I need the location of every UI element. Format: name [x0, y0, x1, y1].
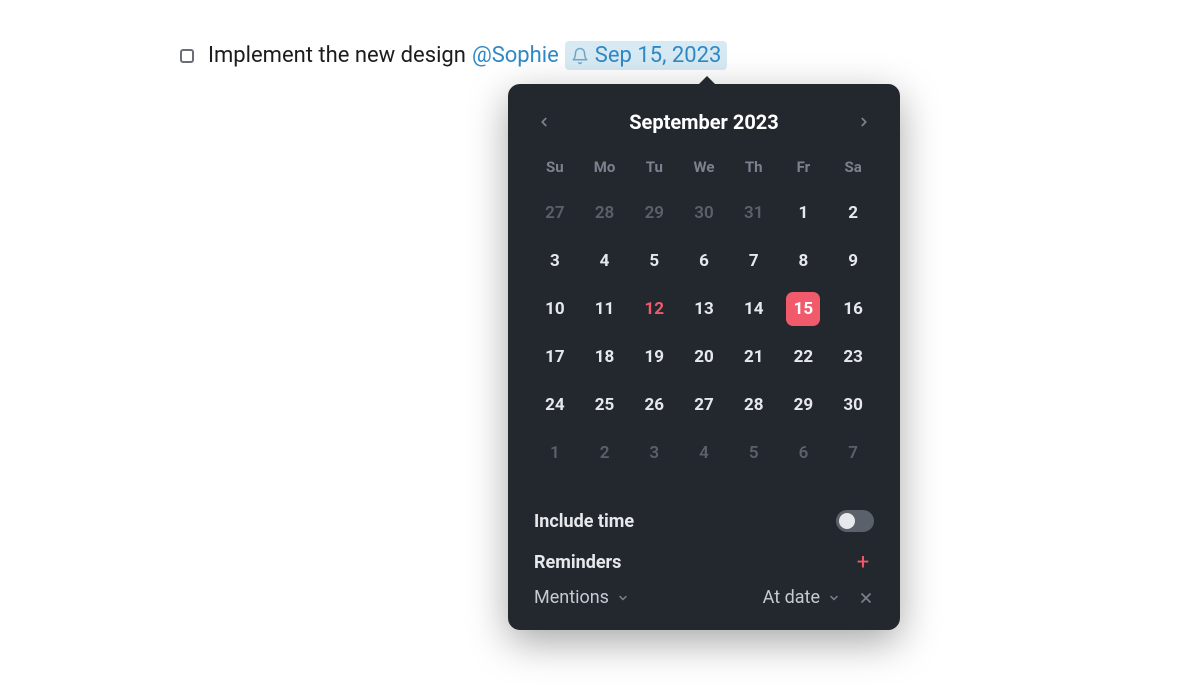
- calendar-header: September 2023: [530, 108, 878, 136]
- add-reminder-button[interactable]: +: [852, 550, 874, 575]
- calendar-day[interactable]: 16: [828, 292, 878, 326]
- calendar-day[interactable]: 31: [729, 196, 779, 230]
- include-time-toggle[interactable]: [836, 510, 874, 532]
- calendar-day[interactable]: 19: [629, 340, 679, 374]
- calendar-day[interactable]: 4: [580, 244, 630, 278]
- next-month-button[interactable]: [850, 108, 878, 136]
- task-line: Implement the new design @Sophie Sep 15,…: [180, 41, 727, 70]
- reminder-timing-select[interactable]: At date: [763, 587, 840, 608]
- calendar-day[interactable]: 22: [779, 340, 829, 374]
- calendar-dow: We: [679, 158, 729, 176]
- prev-month-button[interactable]: [530, 108, 558, 136]
- calendar-day[interactable]: 12: [629, 292, 679, 326]
- task-date-text: Sep 15, 2023: [595, 43, 722, 68]
- calendar-dow: Mo: [580, 158, 630, 176]
- calendar-day[interactable]: 27: [679, 388, 729, 422]
- calendar-day[interactable]: 24: [530, 388, 580, 422]
- calendar-grid: SuMoTuWeThFrSa27282930311234567891011121…: [530, 158, 878, 470]
- calendar-day[interactable]: 29: [779, 388, 829, 422]
- task-mention[interactable]: @Sophie: [472, 43, 559, 68]
- calendar-dow: Tu: [629, 158, 679, 176]
- calendar-day[interactable]: 13: [679, 292, 729, 326]
- calendar-day[interactable]: 6: [679, 244, 729, 278]
- calendar-day[interactable]: 8: [779, 244, 829, 278]
- calendar-day[interactable]: 29: [629, 196, 679, 230]
- task-text: Implement the new design: [208, 43, 466, 68]
- reminder-item: Mentions At date: [530, 579, 878, 608]
- reminder-type-label: Mentions: [534, 587, 609, 608]
- calendar-day[interactable]: 3: [629, 436, 679, 470]
- calendar-day[interactable]: 30: [679, 196, 729, 230]
- calendar-day[interactable]: 7: [828, 436, 878, 470]
- calendar-day[interactable]: 28: [729, 388, 779, 422]
- date-picker-popover: September 2023 SuMoTuWeThFrSa27282930311…: [508, 84, 900, 630]
- calendar-day[interactable]: 2: [828, 196, 878, 230]
- calendar-day[interactable]: 3: [530, 244, 580, 278]
- calendar-day[interactable]: 21: [729, 340, 779, 374]
- calendar-day[interactable]: 2: [580, 436, 630, 470]
- calendar-day[interactable]: 5: [729, 436, 779, 470]
- calendar-day[interactable]: 18: [580, 340, 630, 374]
- calendar-day[interactable]: 15: [786, 292, 820, 326]
- reminder-type-select[interactable]: Mentions: [534, 587, 629, 608]
- reminders-label: Reminders: [534, 552, 621, 573]
- calendar-dow: Sa: [828, 158, 878, 176]
- calendar-dow: Th: [729, 158, 779, 176]
- calendar-day[interactable]: 23: [828, 340, 878, 374]
- chevron-down-icon: [617, 592, 629, 604]
- calendar-day[interactable]: 30: [828, 388, 878, 422]
- calendar-day[interactable]: 14: [729, 292, 779, 326]
- calendar-day[interactable]: 11: [580, 292, 630, 326]
- calendar-day[interactable]: 25: [580, 388, 630, 422]
- include-time-label: Include time: [534, 511, 634, 532]
- calendar-day[interactable]: 5: [629, 244, 679, 278]
- calendar-day[interactable]: 1: [530, 436, 580, 470]
- calendar-day[interactable]: 4: [679, 436, 729, 470]
- calendar-day[interactable]: 1: [779, 196, 829, 230]
- calendar-dow: Fr: [779, 158, 829, 176]
- calendar-day[interactable]: 7: [729, 244, 779, 278]
- task-checkbox[interactable]: [180, 49, 194, 63]
- calendar-day[interactable]: 28: [580, 196, 630, 230]
- calendar-day[interactable]: 26: [629, 388, 679, 422]
- calendar-day[interactable]: 10: [530, 292, 580, 326]
- calendar-day[interactable]: 9: [828, 244, 878, 278]
- chevron-down-icon: [828, 592, 840, 604]
- task-date-chip[interactable]: Sep 15, 2023: [565, 41, 728, 70]
- calendar-day[interactable]: 17: [530, 340, 580, 374]
- calendar-title: September 2023: [629, 110, 779, 134]
- calendar-dow: Su: [530, 158, 580, 176]
- calendar-day[interactable]: 27: [530, 196, 580, 230]
- reminders-row: Reminders +: [530, 544, 878, 579]
- include-time-row: Include time: [530, 498, 878, 544]
- bell-icon: [571, 47, 589, 65]
- remove-reminder-button[interactable]: [858, 590, 874, 606]
- calendar-day[interactable]: 6: [779, 436, 829, 470]
- calendar-day[interactable]: 20: [679, 340, 729, 374]
- reminder-timing-label: At date: [763, 587, 820, 608]
